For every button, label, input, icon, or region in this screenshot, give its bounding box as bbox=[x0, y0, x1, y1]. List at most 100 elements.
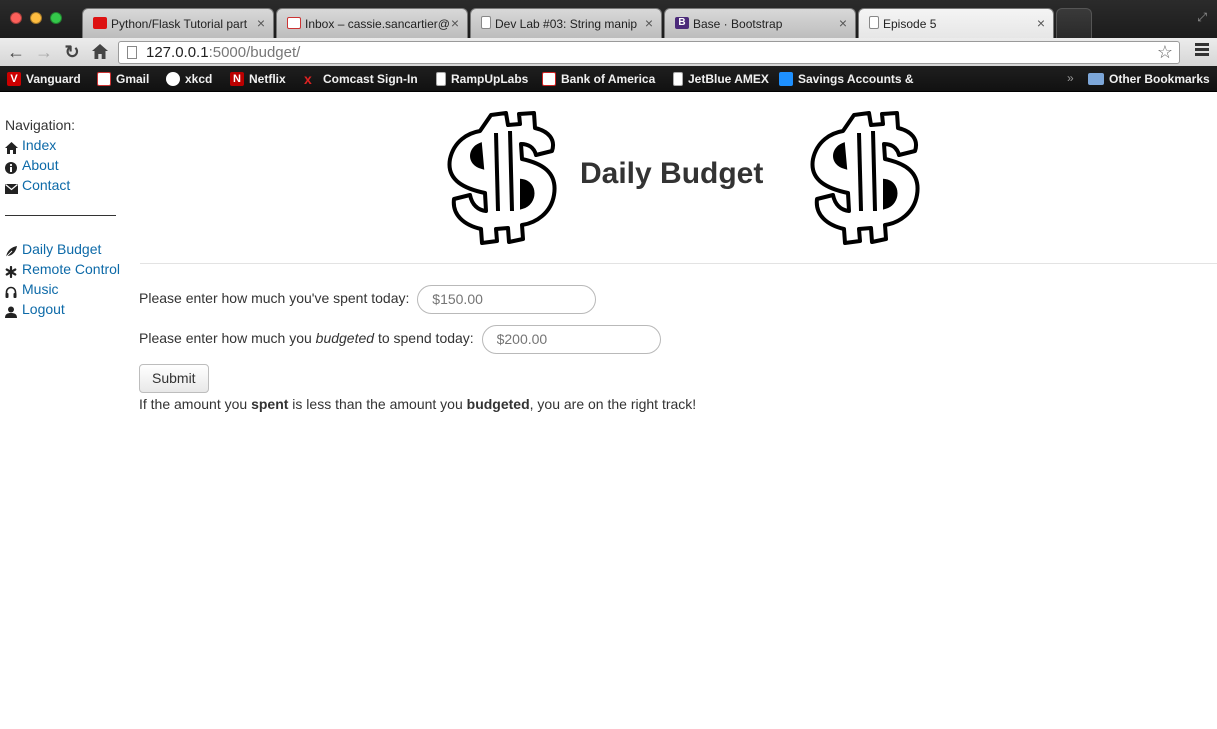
sidebar-item-label: Index bbox=[22, 137, 57, 153]
chrome-menu-icon[interactable] bbox=[1195, 43, 1209, 58]
other-bookmarks-folder[interactable]: Other Bookmarks bbox=[1088, 71, 1210, 87]
close-tab-icon[interactable]: × bbox=[257, 9, 265, 37]
bookmark-label: JetBlue AMEX bbox=[688, 72, 769, 86]
home-icon bbox=[5, 139, 18, 155]
bookmark-xkcd[interactable]: xkcd bbox=[166, 71, 212, 87]
bookmark-label: RampUpLabs bbox=[451, 72, 529, 86]
sidebar-item-about[interactable]: About bbox=[5, 155, 135, 175]
vanguard-icon: V bbox=[7, 71, 21, 86]
sidebar-navigation: Navigation: Index About Contact Daily Bu… bbox=[4, 115, 135, 319]
close-tab-icon[interactable]: × bbox=[645, 9, 653, 37]
document-icon bbox=[869, 16, 879, 30]
close-tab-icon[interactable]: × bbox=[1037, 9, 1045, 37]
sidebar-item-music[interactable]: Music bbox=[5, 279, 135, 299]
document-icon bbox=[673, 71, 683, 86]
url-path: :5000/budget/ bbox=[208, 44, 301, 61]
budget-label: Please enter how much you budgeted to sp… bbox=[139, 330, 474, 346]
bookmark-comcast[interactable]: x Comcast Sign-In bbox=[304, 71, 418, 87]
spent-row: Please enter how much you've spent today… bbox=[139, 284, 1139, 324]
minimize-window-button[interactable] bbox=[30, 12, 42, 24]
bookmark-label: Vanguard bbox=[26, 72, 81, 86]
folder-icon bbox=[1088, 72, 1104, 85]
url-text[interactable]: 127.0.0.1:5000/budget/ bbox=[146, 44, 300, 61]
budget-label-emphasis: budgeted bbox=[315, 330, 375, 346]
bookmark-savings-accounts[interactable]: Savings Accounts & C bbox=[779, 71, 914, 87]
tab-episode-5[interactable]: Episode 5 × bbox=[858, 8, 1054, 39]
budget-input[interactable] bbox=[481, 324, 661, 354]
budget-label-end: to spend today: bbox=[374, 330, 474, 346]
new-tab-button[interactable] bbox=[1056, 8, 1092, 38]
sidebar-item-contact[interactable]: Contact bbox=[5, 175, 135, 195]
page-title: Daily Budget bbox=[580, 157, 764, 190]
tab-title: Dev Lab #03: String manip bbox=[495, 16, 638, 31]
tab-bootstrap[interactable]: B Base · Bootstrap × bbox=[664, 8, 856, 38]
hint-text: If the amount you spent is less than the… bbox=[139, 395, 1139, 413]
bookmark-label: Savings Accounts & C bbox=[798, 72, 914, 86]
sidebar-item-label: Daily Budget bbox=[22, 241, 102, 257]
sidebar-item-label: Music bbox=[22, 281, 59, 297]
page-content: Navigation: Index About Contact Daily Bu… bbox=[0, 93, 1217, 729]
document-icon bbox=[481, 16, 491, 30]
info-icon bbox=[5, 159, 18, 175]
hint-bold-budgeted: budgeted bbox=[466, 396, 530, 412]
dollar-sign-icon bbox=[810, 111, 920, 245]
headphones-icon bbox=[5, 283, 18, 299]
sidebar-item-daily-budget[interactable]: Daily Budget bbox=[4, 239, 135, 259]
user-icon bbox=[5, 303, 18, 319]
youtube-icon bbox=[93, 16, 107, 29]
address-bar[interactable]: 127.0.0.1:5000/budget/ ☆ bbox=[118, 41, 1180, 64]
home-icon[interactable] bbox=[89, 41, 111, 63]
hint-part: If the amount you bbox=[139, 396, 252, 412]
tab-python-flask[interactable]: Python/Flask Tutorial part × bbox=[82, 8, 274, 38]
bookmark-gmail[interactable]: Gmail bbox=[97, 71, 149, 87]
bookmark-rampuplabs[interactable]: RampUpLabs bbox=[436, 71, 528, 87]
bookmarks-bar: V Vanguard Gmail xkcd N Netflix x Comcast S… bbox=[0, 66, 1217, 92]
dollar-sign-icon bbox=[447, 111, 557, 245]
gmail-icon bbox=[97, 71, 111, 86]
submit-button[interactable]: Submit bbox=[139, 364, 209, 393]
tab-inbox[interactable]: Inbox – cassie.sancartier@ × bbox=[276, 8, 468, 38]
navigation-heading: Navigation: bbox=[5, 117, 76, 133]
fullscreen-icon[interactable]: ⤢ bbox=[1197, 10, 1207, 25]
spent-input[interactable] bbox=[417, 284, 597, 314]
zoom-window-button[interactable] bbox=[50, 12, 62, 24]
comcast-icon: x bbox=[304, 70, 312, 87]
close-window-button[interactable] bbox=[10, 12, 22, 24]
sidebar-item-logout[interactable]: Logout bbox=[5, 299, 135, 319]
hint-part: is less than the amount you bbox=[288, 396, 467, 412]
sidebar-item-label: About bbox=[22, 157, 59, 173]
sidebar-item-label: Contact bbox=[22, 177, 71, 193]
more-bookmarks-chevron[interactable]: » bbox=[1067, 71, 1074, 85]
sidebar-item-label: Logout bbox=[22, 301, 65, 317]
sidebar-item-remote-control[interactable]: Remote Control bbox=[5, 259, 135, 279]
sidebar-item-index[interactable]: Index bbox=[5, 135, 135, 155]
asterisk-icon bbox=[5, 263, 18, 279]
page-header: Daily Budget bbox=[140, 93, 1217, 263]
close-tab-icon[interactable]: × bbox=[451, 9, 459, 37]
bookmark-label: Bank of America bbox=[561, 72, 656, 86]
document-icon bbox=[436, 71, 446, 86]
boa-icon bbox=[542, 71, 556, 86]
budget-row: Please enter how much you budgeted to sp… bbox=[139, 324, 1139, 364]
page-icon bbox=[127, 46, 137, 59]
bookmark-vanguard[interactable]: V Vanguard bbox=[7, 71, 81, 87]
back-arrow-icon[interactable]: ← bbox=[5, 41, 27, 63]
reload-icon[interactable]: ↻ bbox=[61, 41, 83, 63]
tab-dev-lab[interactable]: Dev Lab #03: String manip × bbox=[470, 8, 662, 38]
tab-strip: Python/Flask Tutorial part × Inbox – cas… bbox=[0, 0, 1217, 39]
header-divider bbox=[140, 263, 1217, 264]
bootstrap-icon: B bbox=[675, 16, 689, 29]
bookmark-netflix[interactable]: N Netflix bbox=[230, 71, 286, 87]
bookmark-bank-of-america[interactable]: Bank of America bbox=[542, 71, 655, 87]
bookmark-label: Gmail bbox=[116, 72, 150, 86]
url-host: 127.0.0.1 bbox=[146, 44, 209, 61]
bookmark-label: Netflix bbox=[249, 72, 286, 86]
close-tab-icon[interactable]: × bbox=[839, 9, 847, 37]
tab-title: Python/Flask Tutorial part bbox=[111, 16, 248, 31]
tab-title: Inbox – cassie.sancartier@ bbox=[305, 16, 450, 31]
xkcd-icon bbox=[166, 71, 180, 86]
budget-label-start: Please enter how much you bbox=[139, 330, 316, 346]
forward-arrow-icon[interactable]: → bbox=[33, 41, 55, 63]
bookmark-star-icon[interactable]: ☆ bbox=[1157, 42, 1173, 63]
bookmark-jetblue-amex[interactable]: JetBlue AMEX bbox=[673, 71, 769, 87]
